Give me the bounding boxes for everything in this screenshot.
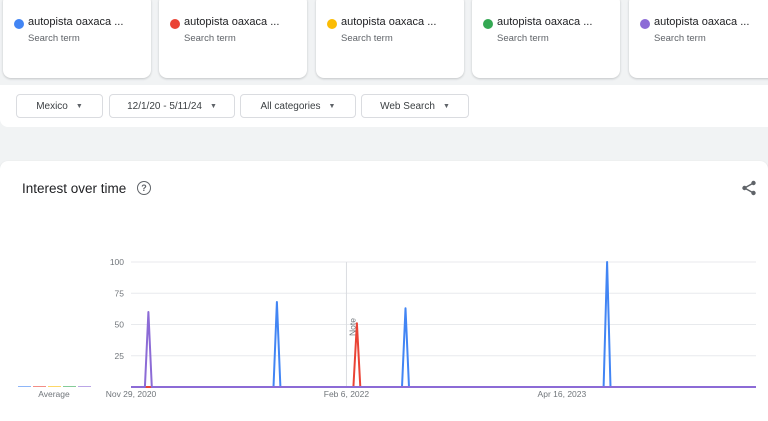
y-tick-label: 25	[115, 351, 125, 361]
x-tick-label: Nov 29, 2020	[106, 389, 157, 399]
search-terms-row: autopista oaxaca ... Search term autopis…	[0, 0, 768, 80]
x-tick-label: Feb 6, 2022	[324, 389, 370, 399]
search-term-label: autopista oaxaca ...	[184, 16, 280, 28]
search-term-card-5[interactable]: autopista oaxaca ... Search term	[629, 0, 768, 78]
series-color-dot	[640, 19, 650, 29]
average-label: Average	[38, 389, 70, 399]
y-tick-label: 100	[110, 257, 124, 267]
search-term-type: Search term	[184, 33, 236, 44]
search-term-card-3[interactable]: autopista oaxaca ... Search term	[316, 0, 464, 78]
date-range-dropdown[interactable]: 12/1/20 - 5/11/24 ▼	[109, 94, 235, 118]
search-term-type: Search term	[341, 33, 393, 44]
region-value: Mexico	[36, 100, 68, 112]
average-bar	[78, 386, 91, 387]
category-value: All categories	[260, 100, 321, 112]
average-bar	[33, 386, 46, 387]
search-term-card-4[interactable]: autopista oaxaca ... Search term	[472, 0, 620, 78]
search-term-card-1[interactable]: autopista oaxaca ... Search term	[3, 0, 151, 78]
y-tick-label: 50	[115, 320, 125, 330]
search-term-type: Search term	[497, 33, 549, 44]
average-bar	[18, 386, 31, 387]
series-line	[131, 322, 756, 388]
x-axis-labels: Nov 29, 2020 Feb 6, 2022 Apr 16, 2023	[106, 389, 587, 399]
caret-down-icon: ▼	[328, 102, 336, 110]
search-term-type: Search term	[654, 33, 706, 44]
series-color-dot	[327, 19, 337, 29]
search-term-label: autopista oaxaca ...	[654, 16, 750, 28]
average-bars: Average	[18, 386, 91, 399]
property-value: Web Search	[380, 100, 435, 112]
series-line	[131, 311, 756, 388]
chart-grid: 25 50 75 100	[110, 257, 756, 388]
y-tick-label: 75	[115, 288, 125, 298]
caret-down-icon: ▼	[209, 102, 217, 110]
search-term-label: autopista oaxaca ...	[497, 16, 593, 28]
average-bar	[48, 386, 61, 387]
caret-down-icon: ▼	[442, 102, 450, 110]
average-bar	[63, 386, 76, 387]
interest-chart: 25 50 75 100 Average Note Nov 29, 2020 Feb 6…	[18, 257, 756, 399]
search-term-type: Search term	[28, 33, 80, 44]
search-term-label: autopista oaxaca ...	[341, 16, 437, 28]
date-range-value: 12/1/20 - 5/11/24	[127, 100, 202, 112]
property-dropdown[interactable]: Web Search ▼	[361, 94, 469, 118]
series-color-dot	[483, 19, 493, 29]
filter-bar: Mexico ▼ 12/1/20 - 5/11/24 ▼ All categor…	[0, 85, 768, 127]
search-term-card-2[interactable]: autopista oaxaca ... Search term	[159, 0, 307, 78]
search-term-label: autopista oaxaca ...	[28, 16, 124, 28]
interest-over-time-card: Interest over time ? 25 50 75 100 Average N…	[0, 161, 768, 421]
caret-down-icon: ▼	[75, 102, 83, 110]
x-tick-label: Apr 16, 2023	[538, 389, 587, 399]
note-marker: Note	[345, 262, 357, 387]
series-color-dot	[14, 19, 24, 29]
region-dropdown[interactable]: Mexico ▼	[16, 94, 103, 118]
category-dropdown[interactable]: All categories ▼	[240, 94, 356, 118]
series-color-dot	[170, 19, 180, 29]
